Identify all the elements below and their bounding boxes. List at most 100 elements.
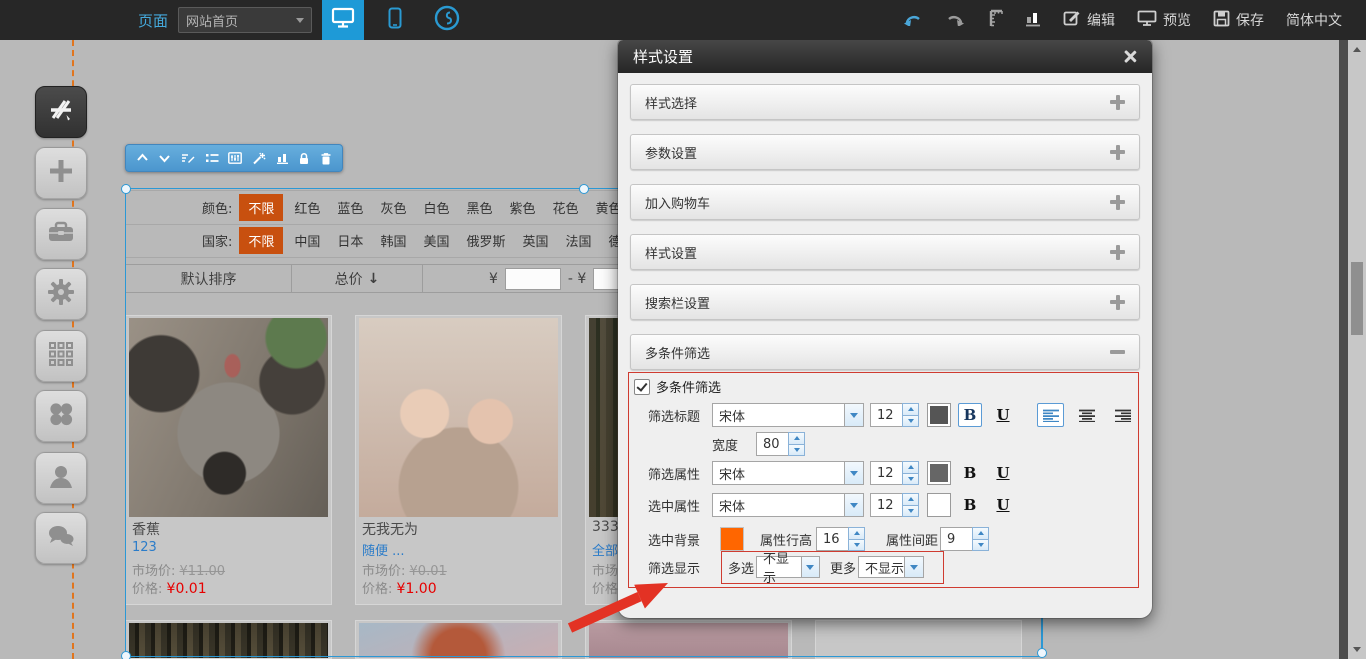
section-style-settings[interactable]: 样式设置	[630, 234, 1140, 270]
chevron-down-icon[interactable]	[844, 494, 863, 516]
sidebar-item-chat[interactable]	[35, 512, 87, 564]
spacing-stepper[interactable]	[940, 527, 989, 551]
spin-down-icon[interactable]	[902, 474, 919, 486]
selection-handle[interactable]	[121, 651, 131, 659]
spin-up-icon[interactable]	[902, 493, 919, 506]
underline-button[interactable]: U	[991, 461, 1015, 485]
sidebar-item-settings[interactable]	[35, 268, 87, 320]
spin-down-icon[interactable]	[972, 540, 989, 552]
sidebar-item-grid[interactable]	[35, 330, 87, 382]
move-up-icon[interactable]	[136, 152, 149, 164]
filter-title-color-swatch[interactable]	[927, 403, 951, 427]
spin-down-icon[interactable]	[902, 506, 919, 518]
filter-title-font-select[interactable]: 宋体	[712, 403, 864, 427]
language-switch[interactable]: 简体中文	[1286, 10, 1342, 30]
page-select[interactable]: 网站首页	[178, 7, 312, 33]
bold-button[interactable]: B	[958, 403, 982, 427]
section-style-choose[interactable]: 样式选择	[630, 84, 1140, 120]
underline-button[interactable]: U	[991, 403, 1015, 427]
chevron-down-icon[interactable]	[844, 404, 863, 426]
section-searchbar-settings[interactable]: 搜索栏设置	[630, 284, 1140, 320]
panel-header[interactable]: 样式设置	[618, 40, 1152, 73]
section-add-to-cart[interactable]: 加入购物车	[630, 184, 1140, 220]
font-size-input[interactable]	[870, 461, 902, 485]
align-right-button[interactable]	[1109, 403, 1136, 427]
font-size-input[interactable]	[870, 493, 902, 517]
spin-up-icon[interactable]	[848, 527, 865, 540]
section-param-settings[interactable]: 参数设置	[630, 134, 1140, 170]
align-left-button[interactable]	[1037, 403, 1064, 427]
spin-down-icon[interactable]	[788, 445, 805, 457]
spacing-input[interactable]	[940, 527, 972, 551]
lock-icon[interactable]	[298, 152, 310, 165]
scrollbar-thumb[interactable]	[1351, 262, 1363, 335]
align-center-button[interactable]	[1073, 403, 1100, 427]
filter-attr-color-swatch[interactable]	[927, 461, 951, 485]
sidebar-item-design[interactable]	[35, 86, 87, 138]
stats-button[interactable]	[1025, 10, 1041, 31]
filter-attr-size-stepper[interactable]	[870, 461, 919, 485]
expand-icon[interactable]	[1110, 95, 1125, 110]
spin-up-icon[interactable]	[788, 432, 805, 445]
save-button[interactable]: 保存	[1213, 10, 1264, 31]
scroll-up-icon[interactable]	[1353, 47, 1361, 52]
redo-button[interactable]	[945, 11, 965, 30]
close-icon[interactable]	[1122, 49, 1137, 64]
selection-handle[interactable]	[121, 184, 131, 194]
spin-down-icon[interactable]	[902, 416, 919, 428]
selection-handle[interactable]	[1037, 648, 1047, 658]
selected-attr-color-swatch[interactable]	[927, 493, 951, 517]
edit-button[interactable]: 编辑	[1063, 9, 1115, 31]
spin-up-icon[interactable]	[902, 461, 919, 474]
selected-bg-color-swatch[interactable]	[720, 527, 744, 551]
expand-icon[interactable]	[1110, 245, 1125, 260]
expand-icon[interactable]	[1110, 295, 1125, 310]
selected-attr-font-select[interactable]: 宋体	[712, 493, 864, 517]
selection-handle[interactable]	[579, 184, 589, 194]
line-height-stepper[interactable]	[816, 527, 865, 551]
multi-select-dropdown[interactable]: 不显示	[756, 556, 820, 578]
module-toolbar	[125, 144, 343, 172]
magic-wand-icon[interactable]	[252, 152, 266, 165]
expand-icon[interactable]	[1110, 145, 1125, 160]
trash-icon[interactable]	[320, 152, 332, 165]
vertical-scrollbar[interactable]	[1348, 40, 1366, 659]
move-down-icon[interactable]	[158, 152, 171, 164]
width-input[interactable]	[756, 432, 788, 456]
section-multi-filter[interactable]: 多条件筛选	[630, 334, 1140, 370]
multi-filter-enable-checkbox[interactable]	[634, 379, 650, 395]
preview-button[interactable]: 预览	[1137, 10, 1191, 31]
width-stepper[interactable]	[756, 432, 805, 456]
ruler-button[interactable]	[987, 9, 1003, 31]
undo-button[interactable]	[903, 11, 923, 30]
list-settings-icon[interactable]	[205, 152, 219, 164]
sidebar-item-toolbox[interactable]	[35, 208, 87, 260]
selected-attr-size-stepper[interactable]	[870, 493, 919, 517]
mobile-view-button[interactable]	[374, 0, 416, 40]
underline-button[interactable]: U	[991, 493, 1015, 517]
spin-up-icon[interactable]	[972, 527, 989, 540]
stats-icon[interactable]	[276, 152, 289, 164]
sidebar-item-user[interactable]	[35, 452, 87, 504]
link-mode-button[interactable]	[426, 0, 468, 40]
edit-content-icon[interactable]	[181, 152, 195, 164]
bold-button[interactable]: B	[958, 461, 982, 485]
font-size-input[interactable]	[870, 403, 902, 427]
sliders-icon[interactable]	[228, 152, 242, 164]
line-height-input[interactable]	[816, 527, 848, 551]
filter-attr-font-select[interactable]: 宋体	[712, 461, 864, 485]
spin-down-icon[interactable]	[848, 540, 865, 552]
chevron-down-icon[interactable]	[844, 462, 863, 484]
sidebar-item-modules[interactable]	[35, 390, 87, 442]
sidebar-item-add[interactable]	[35, 147, 87, 199]
more-dropdown[interactable]: 不显示	[858, 556, 924, 578]
expand-icon[interactable]	[1110, 195, 1125, 210]
collapse-icon[interactable]	[1110, 345, 1125, 360]
spin-up-icon[interactable]	[902, 403, 919, 416]
bold-button[interactable]: B	[958, 493, 982, 517]
desktop-view-button[interactable]	[322, 0, 364, 40]
chevron-down-icon[interactable]	[801, 557, 819, 577]
scroll-down-icon[interactable]	[1353, 647, 1361, 652]
filter-title-size-stepper[interactable]	[870, 403, 919, 427]
chevron-down-icon[interactable]	[904, 557, 923, 577]
